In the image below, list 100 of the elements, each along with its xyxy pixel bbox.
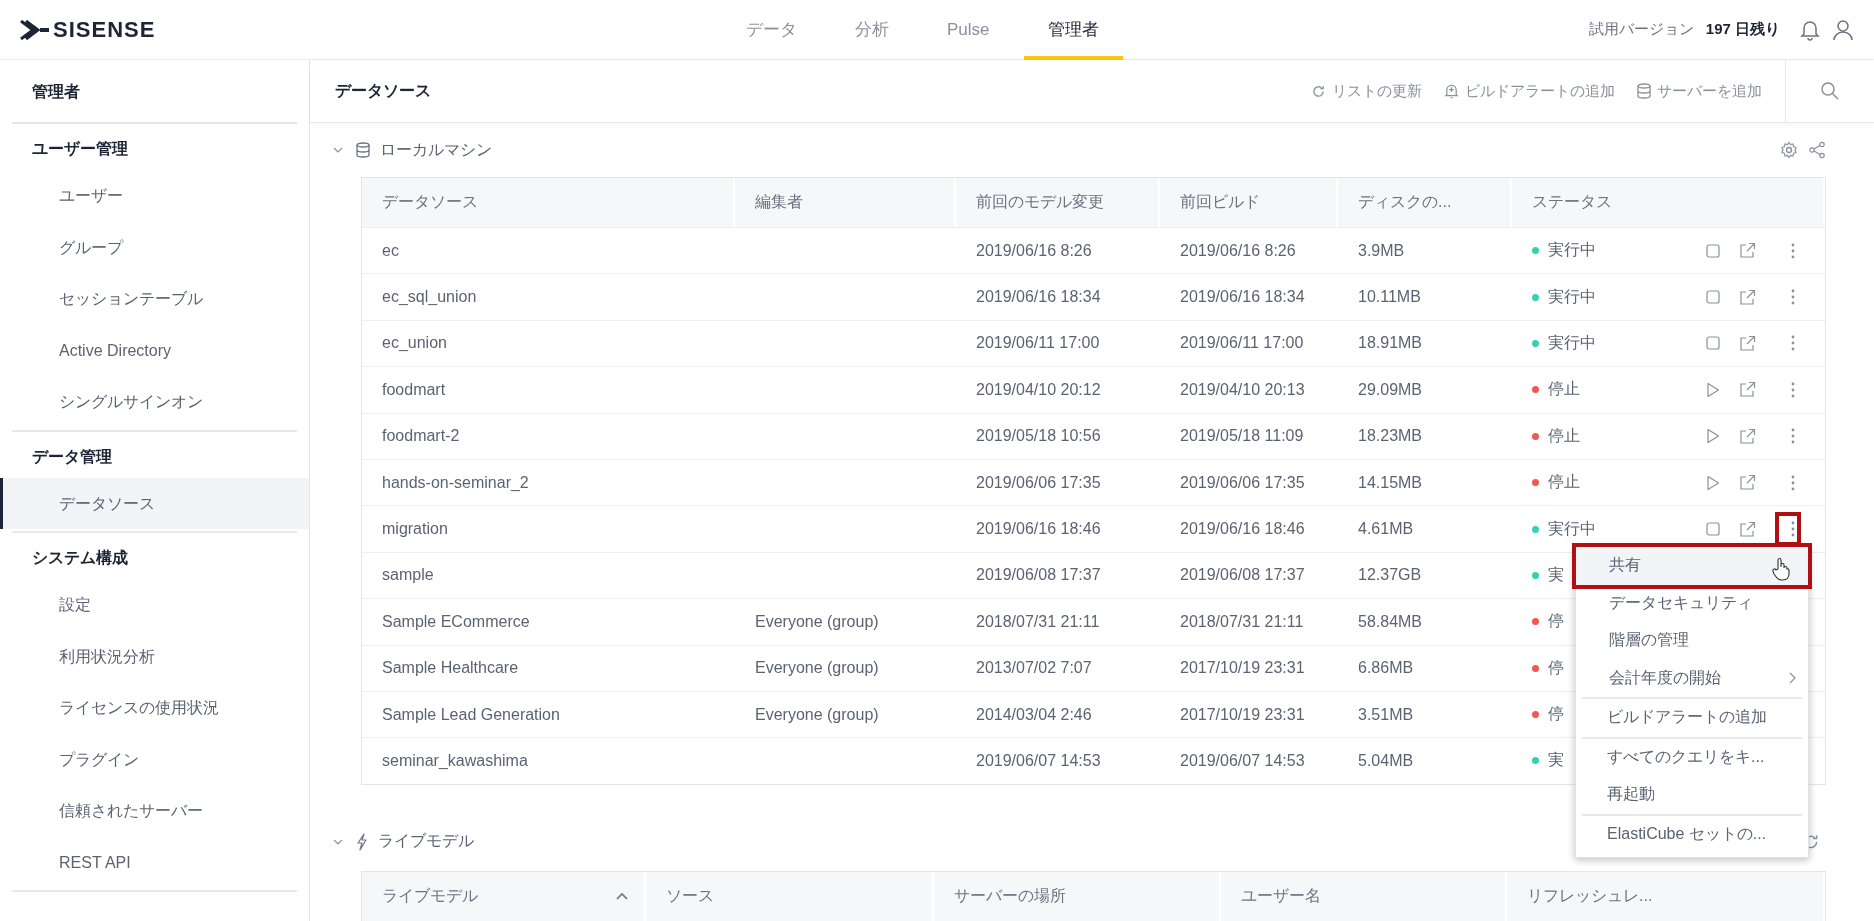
logo-icon bbox=[20, 19, 50, 40]
table-cell-text: sample bbox=[381, 565, 435, 586]
table-cell-text: Everyone (group) bbox=[754, 611, 880, 632]
column-header[interactable]: ライブモデル bbox=[362, 871, 646, 921]
section-title: ローカルマシン bbox=[380, 139, 492, 160]
header-action-button[interactable]: リストの更新 bbox=[1300, 81, 1433, 101]
more-icon bbox=[1791, 289, 1795, 306]
sidebar-heading: システム構成 bbox=[31, 548, 129, 568]
table-cell-text: foodmart-2 bbox=[381, 426, 461, 447]
column-header[interactable]: 編集者 bbox=[735, 178, 956, 227]
table-cell-text: 2019/05/18 10:56 bbox=[975, 426, 1102, 447]
search-icon[interactable] bbox=[1820, 81, 1840, 101]
status-text: 実 bbox=[1548, 750, 1564, 771]
stop-icon[interactable] bbox=[1706, 290, 1720, 305]
section-title: ライブモデル bbox=[378, 831, 474, 852]
table-cell-text: 2019/06/16 8:26 bbox=[1179, 240, 1297, 261]
header-action-button[interactable]: サーバーを追加 bbox=[1626, 81, 1773, 101]
table-cell-text: 18.91MB bbox=[1357, 333, 1424, 354]
nav-tab[interactable]: Pulse bbox=[923, 0, 1014, 60]
stop-icon[interactable] bbox=[1706, 522, 1720, 537]
external-link-icon[interactable] bbox=[1739, 334, 1756, 352]
column-header[interactable]: リフレッシュレ... bbox=[1507, 871, 1825, 921]
table-cell-text: 2014/03/04 2:46 bbox=[975, 704, 1093, 725]
play-icon[interactable] bbox=[1706, 428, 1720, 445]
play-icon[interactable] bbox=[1706, 381, 1720, 398]
table-cell-text: 2019/06/16 18:46 bbox=[975, 519, 1102, 540]
database-icon bbox=[1637, 83, 1651, 99]
column-header[interactable]: ステータス bbox=[1512, 178, 1825, 227]
table-cell-text: 2019/06/16 18:46 bbox=[1179, 519, 1306, 540]
sidebar-item[interactable]: グループ bbox=[0, 221, 309, 273]
sidebar-item[interactable]: シングルサインオン bbox=[0, 376, 309, 428]
table-cell-text: Sample Healthcare bbox=[381, 658, 520, 679]
nav-tab[interactable]: データ bbox=[722, 0, 821, 60]
menu-item[interactable]: すべてのクエリをキ... bbox=[1576, 738, 1808, 776]
status-text: 停 bbox=[1548, 611, 1564, 632]
more-icon bbox=[1791, 381, 1795, 398]
column-header[interactable]: 前回のモデル変更 bbox=[956, 178, 1160, 227]
external-link-icon[interactable] bbox=[1739, 242, 1756, 260]
sidebar-item[interactable]: データソース bbox=[0, 477, 309, 529]
column-header[interactable]: ソース bbox=[646, 871, 934, 921]
column-header[interactable]: サーバーの場所 bbox=[934, 871, 1221, 921]
header-action-button[interactable]: ビルドアラートの追加 bbox=[1433, 81, 1626, 101]
more-icon bbox=[1791, 474, 1795, 491]
table-cell-text: 2017/10/19 23:31 bbox=[1179, 704, 1306, 725]
menu-item[interactable]: 再起動 bbox=[1576, 776, 1808, 814]
nav-tab[interactable]: 管理者 bbox=[1023, 0, 1123, 60]
settings-icon[interactable] bbox=[1780, 141, 1798, 159]
menu-item[interactable]: 階層の管理 bbox=[1576, 622, 1808, 660]
more-icon bbox=[1791, 242, 1795, 259]
menu-item[interactable]: ElastiCube セットの... bbox=[1576, 815, 1808, 853]
logo-text: SISENSE bbox=[53, 16, 156, 43]
table-cell-text: foodmart bbox=[381, 379, 447, 400]
external-link-icon[interactable] bbox=[1739, 288, 1756, 306]
menu-item[interactable]: 会計年度の開始 bbox=[1576, 659, 1808, 697]
sidebar-item[interactable]: 利用状況分析 bbox=[0, 630, 309, 682]
external-link-icon[interactable] bbox=[1739, 520, 1756, 538]
sidebar-item[interactable]: 信頼されたサーバー bbox=[0, 785, 309, 837]
sidebar-item[interactable]: プラグイン bbox=[0, 733, 309, 785]
stop-icon[interactable] bbox=[1706, 243, 1720, 258]
sidebar-item[interactable]: セッションテーブル bbox=[0, 273, 309, 325]
nav-tab[interactable]: 分析 bbox=[831, 0, 913, 60]
menu-item[interactable]: ビルドアラートの追加 bbox=[1576, 699, 1808, 737]
table-cell-text: ec_sql_union bbox=[381, 287, 478, 308]
sidebar-item[interactable]: ユーザー bbox=[0, 170, 309, 222]
table-cell-text: 14.15MB bbox=[1357, 472, 1424, 493]
status-text: 停止 bbox=[1548, 472, 1580, 493]
column-header[interactable]: ユーザー名 bbox=[1221, 871, 1507, 921]
table-cell-text: 6.86MB bbox=[1357, 658, 1415, 679]
bell-icon[interactable] bbox=[1800, 18, 1820, 41]
table-cell-text: 2019/06/16 18:34 bbox=[975, 287, 1102, 308]
sidebar-heading: データ管理 bbox=[31, 446, 113, 467]
column-header[interactable]: ディスクの... bbox=[1338, 178, 1512, 227]
external-link-icon[interactable] bbox=[1739, 474, 1756, 492]
sidebar-title: 管理者 bbox=[12, 60, 297, 124]
status-text: 実行中 bbox=[1548, 240, 1596, 261]
more-icon bbox=[1791, 335, 1795, 352]
table-cell-text: 10.11MB bbox=[1357, 287, 1422, 308]
column-header[interactable]: データソース bbox=[362, 178, 735, 227]
table-cell-text: 2018/07/31 21:11 bbox=[1179, 611, 1305, 632]
table-cell-text: 5.04MB bbox=[1357, 751, 1415, 771]
sidebar-item[interactable]: ライセンスの使用状況 bbox=[0, 682, 309, 734]
external-link-icon[interactable] bbox=[1739, 427, 1756, 445]
column-header[interactable]: 前回ビルド bbox=[1160, 178, 1338, 227]
table-cell-text: Sample ECommerce bbox=[381, 611, 531, 632]
status-text: 停止 bbox=[1548, 425, 1580, 446]
share-icon[interactable] bbox=[1808, 141, 1826, 159]
table-cell-text: 18.23MB bbox=[1357, 426, 1424, 447]
table-cell-text: Sample Lead Generation bbox=[381, 704, 561, 725]
chevron-down-icon[interactable] bbox=[333, 145, 343, 155]
external-link-icon[interactable] bbox=[1739, 381, 1756, 399]
table-cell-text: Everyone (group) bbox=[754, 658, 880, 679]
sidebar-item[interactable]: Active Directory bbox=[0, 324, 309, 376]
sidebar-item[interactable]: 設定 bbox=[0, 579, 309, 631]
table-cell-text: 2019/06/11 17:00 bbox=[1179, 333, 1305, 354]
stop-icon[interactable] bbox=[1706, 336, 1720, 351]
sidebar-item[interactable]: REST API bbox=[0, 836, 309, 888]
table-cell-text: 2019/06/06 17:35 bbox=[975, 472, 1102, 493]
menu-item[interactable]: データセキュリティ bbox=[1576, 584, 1808, 622]
user-icon[interactable] bbox=[1832, 18, 1854, 41]
play-icon[interactable] bbox=[1706, 474, 1720, 491]
